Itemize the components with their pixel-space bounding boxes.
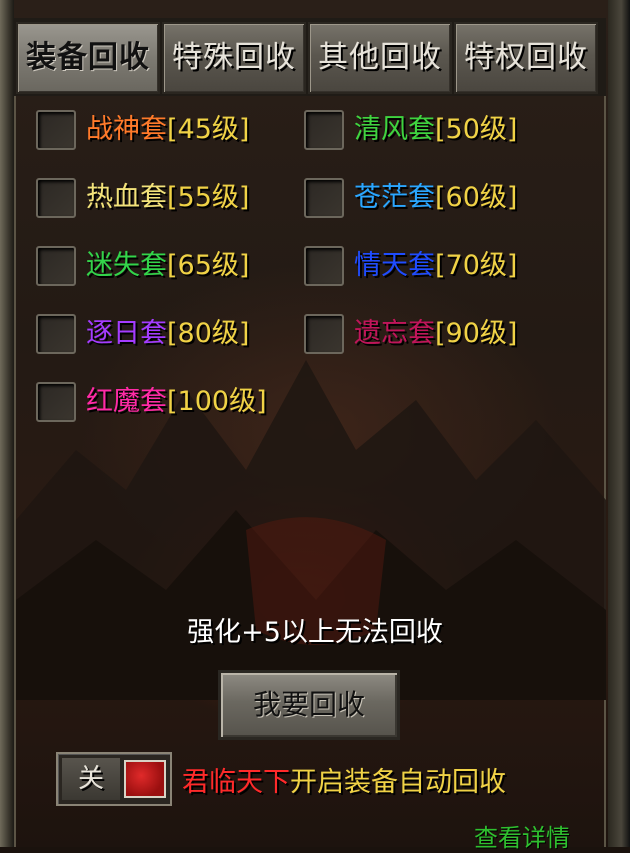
- privilege-name: 君临天下: [182, 767, 290, 798]
- set-name: 迷失套: [86, 250, 167, 281]
- set-level: [70级]: [435, 250, 518, 281]
- set-checkbox[interactable]: [36, 314, 76, 354]
- set-checkbox[interactable]: [304, 314, 344, 354]
- set-level: [50级]: [435, 114, 518, 145]
- set-checkbox[interactable]: [304, 246, 344, 286]
- set-name: 逐日套: [86, 318, 167, 349]
- set-checkbox[interactable]: [304, 110, 344, 150]
- recycle-panel: 装备回收 特殊回收 其他回收 特权回收 战神套[45级] 清风套[50级] 热血套[…: [0, 0, 630, 852]
- set-label: 战神套[45级]: [86, 111, 249, 149]
- tab-privilege-recycle[interactable]: 特权回收: [454, 22, 598, 94]
- set-label: 迷失套[65级]: [86, 247, 249, 285]
- set-level: [65级]: [167, 250, 250, 281]
- set-name: 红魔套: [86, 386, 167, 417]
- recycle-button[interactable]: 我要回收: [218, 670, 400, 740]
- set-label: 苍茫套[60级]: [354, 179, 517, 217]
- set-checkbox[interactable]: [36, 246, 76, 286]
- set-name: 情天套: [354, 250, 435, 281]
- set-name: 热血套: [86, 182, 167, 213]
- set-label: 情天套[70级]: [354, 247, 517, 285]
- set-checkbox[interactable]: [304, 178, 344, 218]
- toggle-state-label: 关: [62, 758, 120, 800]
- panel-frame-left: [0, 0, 14, 847]
- set-label: 逐日套[80级]: [86, 315, 249, 353]
- toggle-knob[interactable]: [124, 760, 166, 798]
- set-label: 热血套[55级]: [86, 179, 249, 217]
- set-name: 清风套: [354, 114, 435, 145]
- tab-equipment-recycle[interactable]: 装备回收: [16, 22, 160, 94]
- set-checkbox[interactable]: [36, 382, 76, 422]
- set-name: 遗忘套: [354, 318, 435, 349]
- set-level: [80级]: [167, 318, 250, 349]
- enhance-warning: 强化+5以上无法回收: [187, 617, 443, 648]
- set-level: [60级]: [435, 182, 518, 213]
- set-label: 遗忘套[90级]: [354, 315, 517, 353]
- view-details-link[interactable]: 查看详情: [474, 818, 570, 853]
- set-name: 战神套: [86, 114, 167, 145]
- set-label: 清风套[50级]: [354, 111, 517, 149]
- tab-special-recycle[interactable]: 特殊回收: [162, 22, 306, 94]
- tab-other-recycle[interactable]: 其他回收: [308, 22, 452, 94]
- set-level: [45级]: [167, 114, 250, 145]
- set-level: [90级]: [435, 318, 518, 349]
- set-label: 红魔套[100级]: [86, 383, 267, 421]
- set-checkbox[interactable]: [36, 110, 76, 150]
- panel-frame-right: [608, 0, 630, 847]
- auto-recycle-toggle[interactable]: 关: [56, 752, 172, 806]
- set-checkbox[interactable]: [36, 178, 76, 218]
- set-level: [55级]: [167, 182, 250, 213]
- set-name: 苍茫套: [354, 182, 435, 213]
- auto-recycle-description: 开启装备自动回收: [290, 767, 506, 798]
- tab-bar: 装备回收 特殊回收 其他回收 特权回收: [14, 18, 606, 96]
- auto-recycle-text: 君临天下开启装备自动回收: [182, 760, 506, 799]
- set-level: [100级]: [167, 386, 267, 417]
